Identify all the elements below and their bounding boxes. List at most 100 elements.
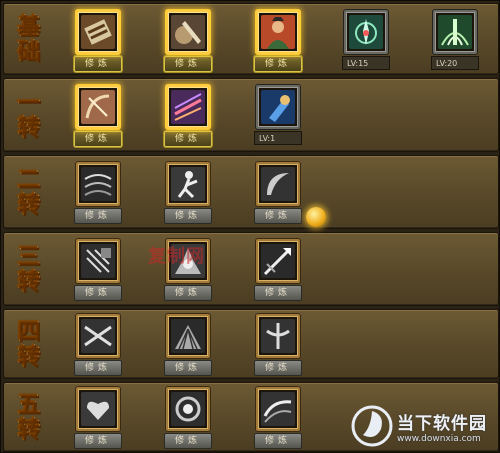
skill-icon-frame[interactable]: [166, 10, 210, 54]
tier-label-third: 三 转: [10, 233, 48, 305]
train-button[interactable]: 修炼: [74, 131, 122, 147]
skill-icon-frame[interactable]: [256, 162, 300, 206]
tier-row-first: 一 转 修炼 修炼 LV:1: [3, 78, 499, 152]
train-button[interactable]: 修炼: [164, 433, 212, 449]
twin-blades-icon: [81, 319, 115, 353]
tier-char: 转: [17, 416, 41, 443]
skill-icon-frame[interactable]: [76, 387, 120, 431]
green-fountain-icon: [438, 15, 472, 49]
skill-icon-frame[interactable]: [166, 314, 210, 358]
train-button[interactable]: 修炼: [164, 56, 212, 72]
brand-watermark: 当下软件园 www.downxia.com: [351, 401, 499, 451]
tier-row-second: 二 转 修炼 修炼 修炼: [3, 155, 499, 229]
skill-slot-second-3: 修炼: [250, 162, 306, 224]
skill-slot-fourth-1: 修炼: [70, 314, 126, 376]
heart-aura-icon: [81, 392, 115, 426]
skill-slot-second-1: 修炼: [70, 162, 126, 224]
skill-icon-frame[interactable]: [433, 10, 477, 54]
tier-label-fifth: 五 转: [10, 383, 48, 451]
tier-label-second: 二 转: [10, 156, 48, 228]
skill-icon-frame[interactable]: [76, 162, 120, 206]
train-button[interactable]: 修炼: [74, 360, 122, 376]
train-button[interactable]: 修炼: [74, 285, 122, 301]
train-button[interactable]: 修炼: [254, 285, 302, 301]
fan-strike-icon: [171, 319, 205, 353]
skill-slot-fifth-1: 修炼: [70, 387, 126, 449]
train-button[interactable]: 修炼: [164, 285, 212, 301]
tier-label-basic: 基 础: [10, 4, 48, 74]
tier-char: 一: [17, 89, 41, 116]
train-button[interactable]: 修炼: [254, 360, 302, 376]
skill-slot-second-2: 修炼: [160, 162, 216, 224]
skill-slot-fifth-3: 修炼: [250, 387, 306, 449]
skill-slot-third-3: 修炼: [250, 239, 306, 301]
skill-slot-first-1: 修炼: [70, 85, 126, 147]
skill-icon-frame[interactable]: [76, 85, 120, 129]
wind-wave-icon: [261, 392, 295, 426]
skill-slot-basic-5: LV:20: [427, 10, 483, 70]
tier-char: 础: [17, 38, 41, 65]
skill-icon-frame[interactable]: [256, 314, 300, 358]
skill-slot-basic-4: LV:15: [338, 10, 394, 70]
level-label: LV:1: [254, 131, 302, 145]
cross-guard-icon: [261, 319, 295, 353]
bow-slash-icon: [81, 90, 115, 124]
tier-char: 三: [17, 243, 41, 270]
tier-char: 基: [17, 13, 41, 40]
crescent-blade-icon: [261, 167, 295, 201]
train-button[interactable]: 修炼: [254, 208, 302, 224]
level-label: LV:15: [342, 56, 390, 70]
skill-slot-basic-3: 修炼: [250, 10, 306, 72]
brand-logo-icon: [351, 405, 393, 447]
skill-slot-fourth-3: 修炼: [250, 314, 306, 376]
tier-char: 转: [17, 191, 41, 218]
skill-slot-fifth-2: 修炼: [160, 387, 216, 449]
skill-icon-frame[interactable]: [256, 387, 300, 431]
skill-icon-frame[interactable]: [166, 85, 210, 129]
skill-icon-frame[interactable]: [344, 10, 388, 54]
tier-char: 转: [17, 343, 41, 370]
tier-label-first: 一 转: [10, 79, 48, 151]
train-button[interactable]: 修炼: [164, 360, 212, 376]
brand-url: www.downxia.com: [397, 433, 481, 444]
tier-row-basic: 基 础 修炼 修炼 修炼 LV:15 LV:20: [3, 3, 499, 75]
skill-icon-frame[interactable]: [256, 85, 300, 129]
train-button[interactable]: 修炼: [74, 208, 122, 224]
train-button[interactable]: 修炼: [254, 433, 302, 449]
train-button[interactable]: 修炼: [254, 56, 302, 72]
tier-char: 四: [17, 318, 41, 345]
train-button[interactable]: 修炼: [164, 208, 212, 224]
skill-icon-frame[interactable]: [76, 239, 120, 283]
gold-coin-icon: [306, 207, 326, 227]
tier-row-third: 三 转 修炼 修炼 修炼: [3, 232, 499, 306]
arcane-blades-icon: [171, 90, 205, 124]
jade-aura-icon: [349, 15, 383, 49]
skill-icon-frame[interactable]: [166, 162, 210, 206]
skill-icon-frame[interactable]: [76, 314, 120, 358]
thrust-spear-icon: [261, 244, 295, 278]
skill-slot-first-2: 修炼: [160, 85, 216, 147]
watermark-text: 复制网: [148, 246, 205, 267]
tier-char: 二: [17, 166, 41, 193]
skill-icon-frame[interactable]: [256, 239, 300, 283]
tier-char: 五: [17, 391, 41, 418]
skill-slot-basic-2: 修炼: [160, 10, 216, 72]
brand-name: 当下软件园: [397, 413, 487, 434]
skill-icon-frame[interactable]: [76, 10, 120, 54]
skill-icon-frame[interactable]: [256, 10, 300, 54]
skill-slot-basic-1: 修炼: [70, 10, 126, 72]
tier-char: 转: [17, 114, 41, 141]
leaping-warrior-icon: [171, 167, 205, 201]
scroll-skill-icon: [81, 15, 115, 49]
train-button[interactable]: 修炼: [74, 56, 122, 72]
train-button[interactable]: 修炼: [74, 433, 122, 449]
grid-strike-icon: [81, 244, 115, 278]
blue-gauntlet-icon: [261, 90, 295, 124]
tier-char: 转: [17, 268, 41, 295]
skill-panel: 基 础 修炼 修炼 修炼 LV:15 LV:20 一 转 修炼 修炼 LV:1 …: [0, 0, 500, 453]
skill-slot-fourth-2: 修炼: [160, 314, 216, 376]
warrior-portrait-icon: [261, 15, 295, 49]
train-button[interactable]: 修炼: [164, 131, 212, 147]
vortex-orb-icon: [171, 392, 205, 426]
skill-icon-frame[interactable]: [166, 387, 210, 431]
